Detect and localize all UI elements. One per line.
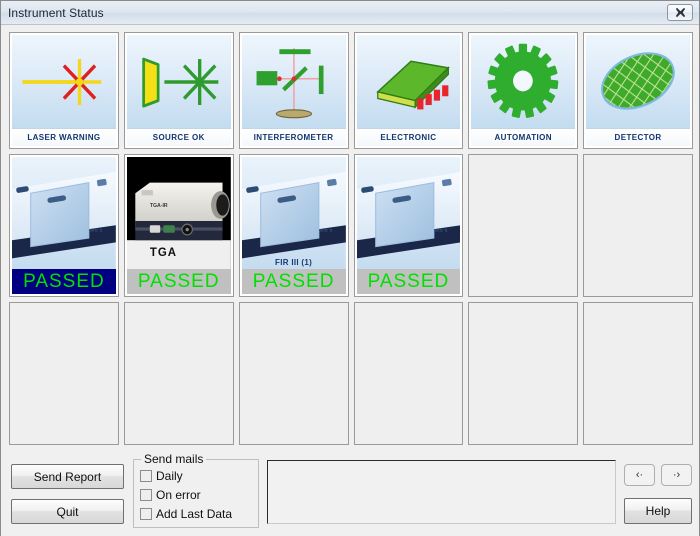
bottom-bar: Send Report Quit Send mails Daily On err…: [9, 452, 692, 530]
checkbox-icon[interactable]: [140, 470, 152, 482]
svg-text:oertz 'q: oertz 'q: [89, 228, 103, 233]
instrument-cell-12[interactable]: [583, 302, 693, 445]
instrument-cell-4[interactable]: oertz 'q PASSED: [353, 154, 464, 297]
status-tile-label: AUTOMATION: [471, 128, 576, 146]
spectrometer-photo: oertz 'q: [12, 157, 116, 269]
checkbox-label: Add Last Data: [156, 507, 233, 521]
detector-mesh-icon: [586, 35, 690, 128]
title-bar: Instrument Status: [1, 1, 699, 25]
checkbox-label: Daily: [156, 469, 183, 483]
tga-photo: TGA-IR TGA: [126, 157, 231, 269]
instrument-grid: LASER WARNING SOURCE OK INTERFEROMETER E…: [9, 32, 693, 445]
status-tile-automation[interactable]: AUTOMATION: [468, 32, 579, 149]
status-tile-source-ok[interactable]: SOURCE OK: [123, 32, 234, 149]
svg-text:oertz 'q: oertz 'q: [319, 228, 333, 233]
instrument-status-badge: PASSED: [241, 269, 346, 294]
instrument-cell-8[interactable]: [123, 302, 234, 445]
svg-text:oertz 'q: oertz 'q: [433, 228, 447, 233]
instrument-status-badge: PASSED: [126, 269, 231, 294]
status-tile-label: SOURCE OK: [126, 128, 231, 146]
instrument-cell-7[interactable]: [9, 302, 119, 445]
spectrometer-photo: oertz 'q FIR III (1): [241, 157, 346, 269]
svg-text:TGA: TGA: [150, 247, 177, 259]
instrument-cell-2[interactable]: TGA-IR TGA PASSED: [123, 154, 234, 297]
instrument-status-badge: PASSED: [356, 269, 461, 294]
checkbox-on-error[interactable]: On error: [140, 488, 201, 502]
previous-button[interactable]: ‹·: [624, 464, 655, 486]
checkbox-label: On error: [156, 488, 201, 502]
interferometer-icon: [241, 35, 346, 128]
log-textarea[interactable]: [267, 460, 616, 524]
status-tile-electronic[interactable]: ELECTRONIC: [353, 32, 464, 149]
laser-burst-icon: [12, 35, 116, 128]
status-tile-label: LASER WARNING: [12, 128, 116, 146]
instrument-cell-11[interactable]: [468, 302, 579, 445]
instrument-cell-1[interactable]: oertz 'q PASSED: [9, 154, 119, 297]
close-button[interactable]: [667, 4, 693, 21]
status-tile-label: ELECTRONIC: [356, 128, 461, 146]
status-tile-label: INTERFEROMETER: [241, 128, 346, 146]
status-tile-interferometer[interactable]: INTERFEROMETER: [238, 32, 349, 149]
instrument-caption: FIR III (1): [275, 258, 313, 267]
client-area: LASER WARNING SOURCE OK INTERFEROMETER E…: [1, 25, 699, 536]
window-title: Instrument Status: [8, 5, 104, 20]
gear-icon: [471, 35, 576, 128]
instrument-cell-3[interactable]: oertz 'q FIR III (1) PASSED: [238, 154, 349, 297]
next-button[interactable]: ·›: [661, 464, 692, 486]
status-tile-label: DETECTOR: [586, 128, 690, 146]
send-mails-group-title: Send mails: [141, 452, 207, 466]
checkbox-icon[interactable]: [140, 508, 152, 520]
instrument-cell-5[interactable]: [468, 154, 579, 297]
electronic-board-icon: [356, 35, 461, 128]
instrument-status-window: Instrument Status LASER WARNING SOURCE O…: [0, 0, 700, 536]
instrument-cell-10[interactable]: [353, 302, 464, 445]
help-button[interactable]: Help: [624, 498, 692, 524]
checkbox-add-last-data[interactable]: Add Last Data: [140, 507, 232, 521]
send-report-button[interactable]: Send Report: [11, 464, 124, 489]
spectrometer-photo: oertz 'q: [356, 157, 461, 269]
status-tile-detector[interactable]: DETECTOR: [583, 32, 693, 149]
source-beam-icon: [126, 35, 231, 128]
send-mails-group: Send mails Daily On error Add Last Data: [133, 452, 259, 528]
checkbox-icon[interactable]: [140, 489, 152, 501]
close-icon: [675, 7, 685, 18]
instrument-status-badge: PASSED: [12, 269, 116, 294]
svg-text:TGA-IR: TGA-IR: [150, 203, 168, 209]
instrument-cell-6[interactable]: [583, 154, 693, 297]
status-tile-laser-warning[interactable]: LASER WARNING: [9, 32, 119, 149]
quit-button[interactable]: Quit: [11, 499, 124, 524]
instrument-cell-9[interactable]: [238, 302, 349, 445]
checkbox-daily[interactable]: Daily: [140, 469, 183, 483]
